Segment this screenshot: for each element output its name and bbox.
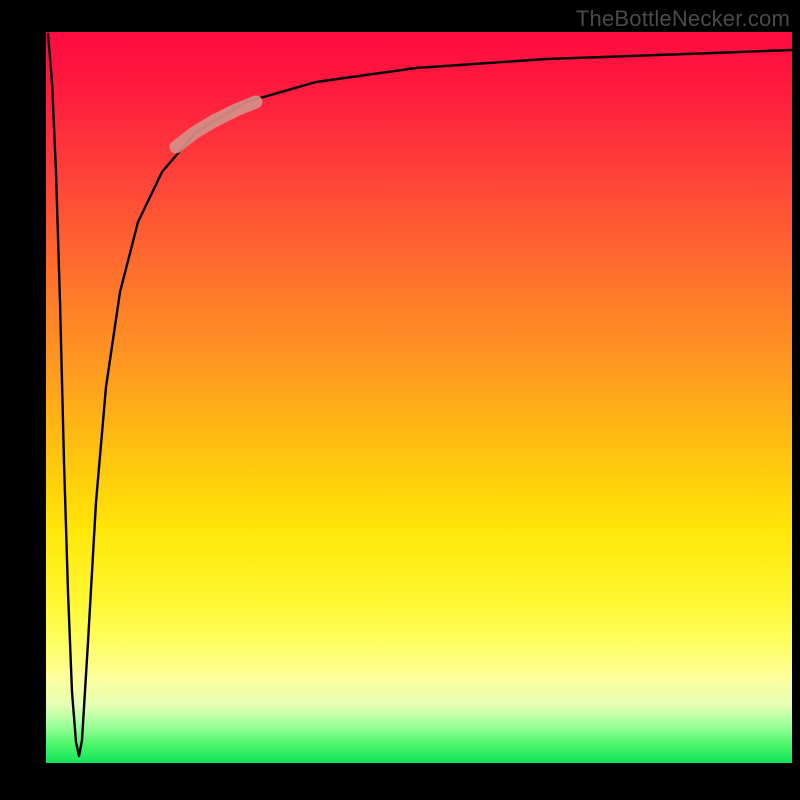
watermark-label: TheBottleNecker.com — [576, 6, 790, 32]
plot-background-gradient — [46, 32, 792, 763]
chart-frame: TheBottleNecker.com — [0, 0, 800, 800]
